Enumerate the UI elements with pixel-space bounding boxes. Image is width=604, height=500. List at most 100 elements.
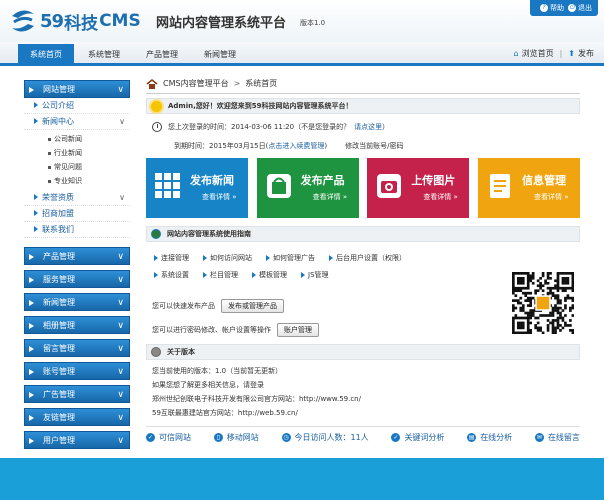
sidebar-sub-company-news[interactable]: 公司新闻 (24, 132, 130, 146)
tile-more: 查看详情 » (423, 193, 458, 201)
tile-info-manage[interactable]: 信息管理 查看详情 » (477, 158, 580, 218)
guide-link-label: JS管理 (308, 271, 329, 279)
guide-link-connection[interactable]: 连接管理 (154, 253, 189, 263)
sidebar-item-contact[interactable]: 联系我们 (24, 222, 130, 238)
online-analysis-link[interactable]: ▤ 在线分析 (467, 432, 512, 443)
keyword-analysis-link[interactable]: ✓ 关键词分析 (391, 432, 444, 443)
guide-link-ads[interactable]: 如何管理广告 (266, 253, 315, 263)
browse-home-link[interactable]: 浏览首页 (522, 48, 554, 59)
sidebar-sub-faq[interactable]: 常见问题 (24, 160, 130, 174)
tile-upload-image[interactable]: 上传图片 查看详情 » (367, 158, 470, 218)
arrow-right-icon (29, 323, 34, 329)
arrow-right-icon (29, 254, 34, 260)
publish-hint: 您可以快速发布产品 (152, 302, 215, 310)
tile-publish-news[interactable]: 发布新闻 查看详情 » (146, 158, 248, 218)
last-login-close: ） (382, 123, 390, 131)
footer-link-label: 今日访问人数：11人 (294, 433, 369, 442)
sidebar-item-news-center[interactable]: 新闻中心 ∨ (24, 114, 130, 130)
sidebar-group-6[interactable]: 广告管理 ∨ (24, 385, 130, 403)
sidebar-group-8[interactable]: 用户管理 ∨ (24, 431, 130, 449)
sidebar-item-label: 荣誉资质 (42, 193, 74, 202)
tab-home[interactable]: 系统首页 (18, 44, 74, 66)
change-account-link[interactable]: 修改当前账号/密码 (345, 141, 403, 151)
report-login-link[interactable]: 请点这里 (354, 122, 382, 132)
tile-publish-product[interactable]: 发布产品 查看详情 » (256, 158, 359, 218)
arrow-right-icon (29, 369, 34, 375)
chevron-down-icon: ∨ (117, 275, 124, 285)
sidebar-item-recruit[interactable]: 招商加盟 (24, 206, 130, 222)
sidebar-group-5[interactable]: 账号管理 ∨ (24, 362, 130, 380)
guide-link-settings[interactable]: 系统设置 (154, 270, 189, 280)
triangle-icon (266, 255, 270, 261)
tile-title: 发布新闻 (190, 174, 234, 187)
info-icon (151, 347, 161, 357)
sidebar-item-honors[interactable]: 荣誉资质 ∨ (24, 190, 130, 206)
welcome-text: Admin,您好！欢迎您来到59科技网站内容管理系统平台！ (168, 102, 353, 110)
about-title: 关于版本 (167, 348, 195, 356)
chart-icon: ▤ (467, 433, 477, 442)
account-hint: 您可以进行密码修改、帐户设置等操作 (152, 326, 271, 334)
tile-more: 查看详情 » (202, 193, 237, 201)
guide-link-visit[interactable]: 如何访问网站 (203, 253, 252, 263)
renew-link[interactable]: 点击进入续费管理 (268, 141, 324, 151)
sidebar-group-1[interactable]: 服务管理 ∨ (24, 270, 130, 288)
arrow-right-icon (29, 415, 34, 421)
guide-link-users[interactable]: 后台用户设置（权限） (329, 253, 406, 263)
guide-link-label: 连接管理 (161, 254, 189, 262)
arrow-right-icon (29, 87, 34, 93)
footer-link-label: 可信网站 (159, 433, 191, 442)
online-message-link[interactable]: ✉ 在线留言 (534, 432, 580, 443)
sidebar-group-7[interactable]: 友链管理 ∨ (24, 408, 130, 426)
guide-link-js[interactable]: JS管理 (301, 270, 329, 280)
tile-more: 查看详情 » (312, 193, 348, 201)
guide-link-label: 模板管理 (259, 271, 287, 279)
help-label: 帮助 (550, 4, 564, 12)
tab-product[interactable]: 产品管理 (134, 44, 190, 66)
chat-icon: ✉ (534, 433, 544, 442)
sidebar-group-0[interactable]: 产品管理 ∨ (24, 247, 130, 265)
sidebar-group-2[interactable]: 新闻管理 ∨ (24, 293, 130, 311)
chevron-down-icon: ∨ (117, 390, 124, 400)
tab-news[interactable]: 新闻管理 (192, 44, 248, 66)
sidebar-group-label: 相册管理 (43, 321, 75, 330)
sidebar-group-3[interactable]: 相册管理 ∨ (24, 316, 130, 334)
sidebar-item-label: 联系我们 (42, 225, 74, 234)
logout-link[interactable]: ⏻ 退出 (568, 3, 592, 13)
top-links: ? 帮助 ⏻ 退出 (530, 0, 598, 16)
expire-row: 到期时间：2015年03月15日( 点击进入续费管理 ) 修改当前账号/密码 (146, 140, 580, 152)
triangle-icon (34, 210, 38, 216)
guide-link-columns[interactable]: 栏目管理 (203, 270, 238, 280)
globe-icon (151, 229, 161, 239)
breadcrumb-root[interactable]: CMS内容管理平台 (163, 78, 229, 89)
guide-link-templates[interactable]: 模板管理 (252, 270, 287, 280)
guide-link-label: 后台用户设置（权限） (336, 254, 406, 262)
sidebar-groups: 产品管理 ∨ 服务管理 ∨ 新闻管理 ∨ 相册管理 ∨ 留言管理 ∨ 账号管理 ∨ 广告管理 ∨ 友链管理 ∨… (24, 247, 130, 449)
sidebar-item-company-intro[interactable]: 公司介绍 (24, 98, 130, 114)
triangle-icon (203, 255, 207, 261)
sidebar-sub-knowledge[interactable]: 专业知识 (24, 174, 130, 188)
sidebar-item-label: 公司介绍 (42, 101, 74, 110)
publish-product-button[interactable]: 发布或管理产品 (221, 299, 284, 313)
sidebar-group-label: 留言管理 (43, 344, 75, 353)
sidebar-sub-industry-news[interactable]: 行业新闻 (24, 146, 130, 160)
trusted-site-link[interactable]: ✓ 可信网站 (146, 432, 191, 443)
mobile-site-link[interactable]: ▯ 移动网站 (213, 432, 259, 443)
triangle-icon (34, 102, 38, 108)
nav-right: ⌂ 浏览首页 | ⬆ 发布 (514, 42, 594, 64)
sidebar-group-4[interactable]: 留言管理 ∨ (24, 339, 130, 357)
publish-link[interactable]: 发布 (578, 48, 594, 59)
home-icon: ⌂ (513, 48, 519, 58)
sidebar-head-site-manage[interactable]: 网站管理 ∨ (24, 80, 130, 98)
about-header: 关于版本 (146, 344, 580, 360)
help-link[interactable]: ? 帮助 (540, 3, 564, 13)
sidebar-group-label: 账号管理 (43, 367, 75, 376)
chevron-down-icon: ∨ (117, 436, 124, 446)
arrow-right-icon (29, 277, 34, 283)
sidebar-item-label: 招商加盟 (42, 209, 74, 218)
check-icon: ✓ (391, 433, 401, 442)
sidebar-group-label: 友链管理 (43, 413, 75, 422)
footer-link-label: 关键词分析 (404, 433, 445, 442)
tab-system[interactable]: 系统管理 (76, 44, 132, 66)
account-manage-button[interactable]: 账户管理 (277, 323, 319, 337)
logo-cms: CMS (99, 11, 141, 31)
